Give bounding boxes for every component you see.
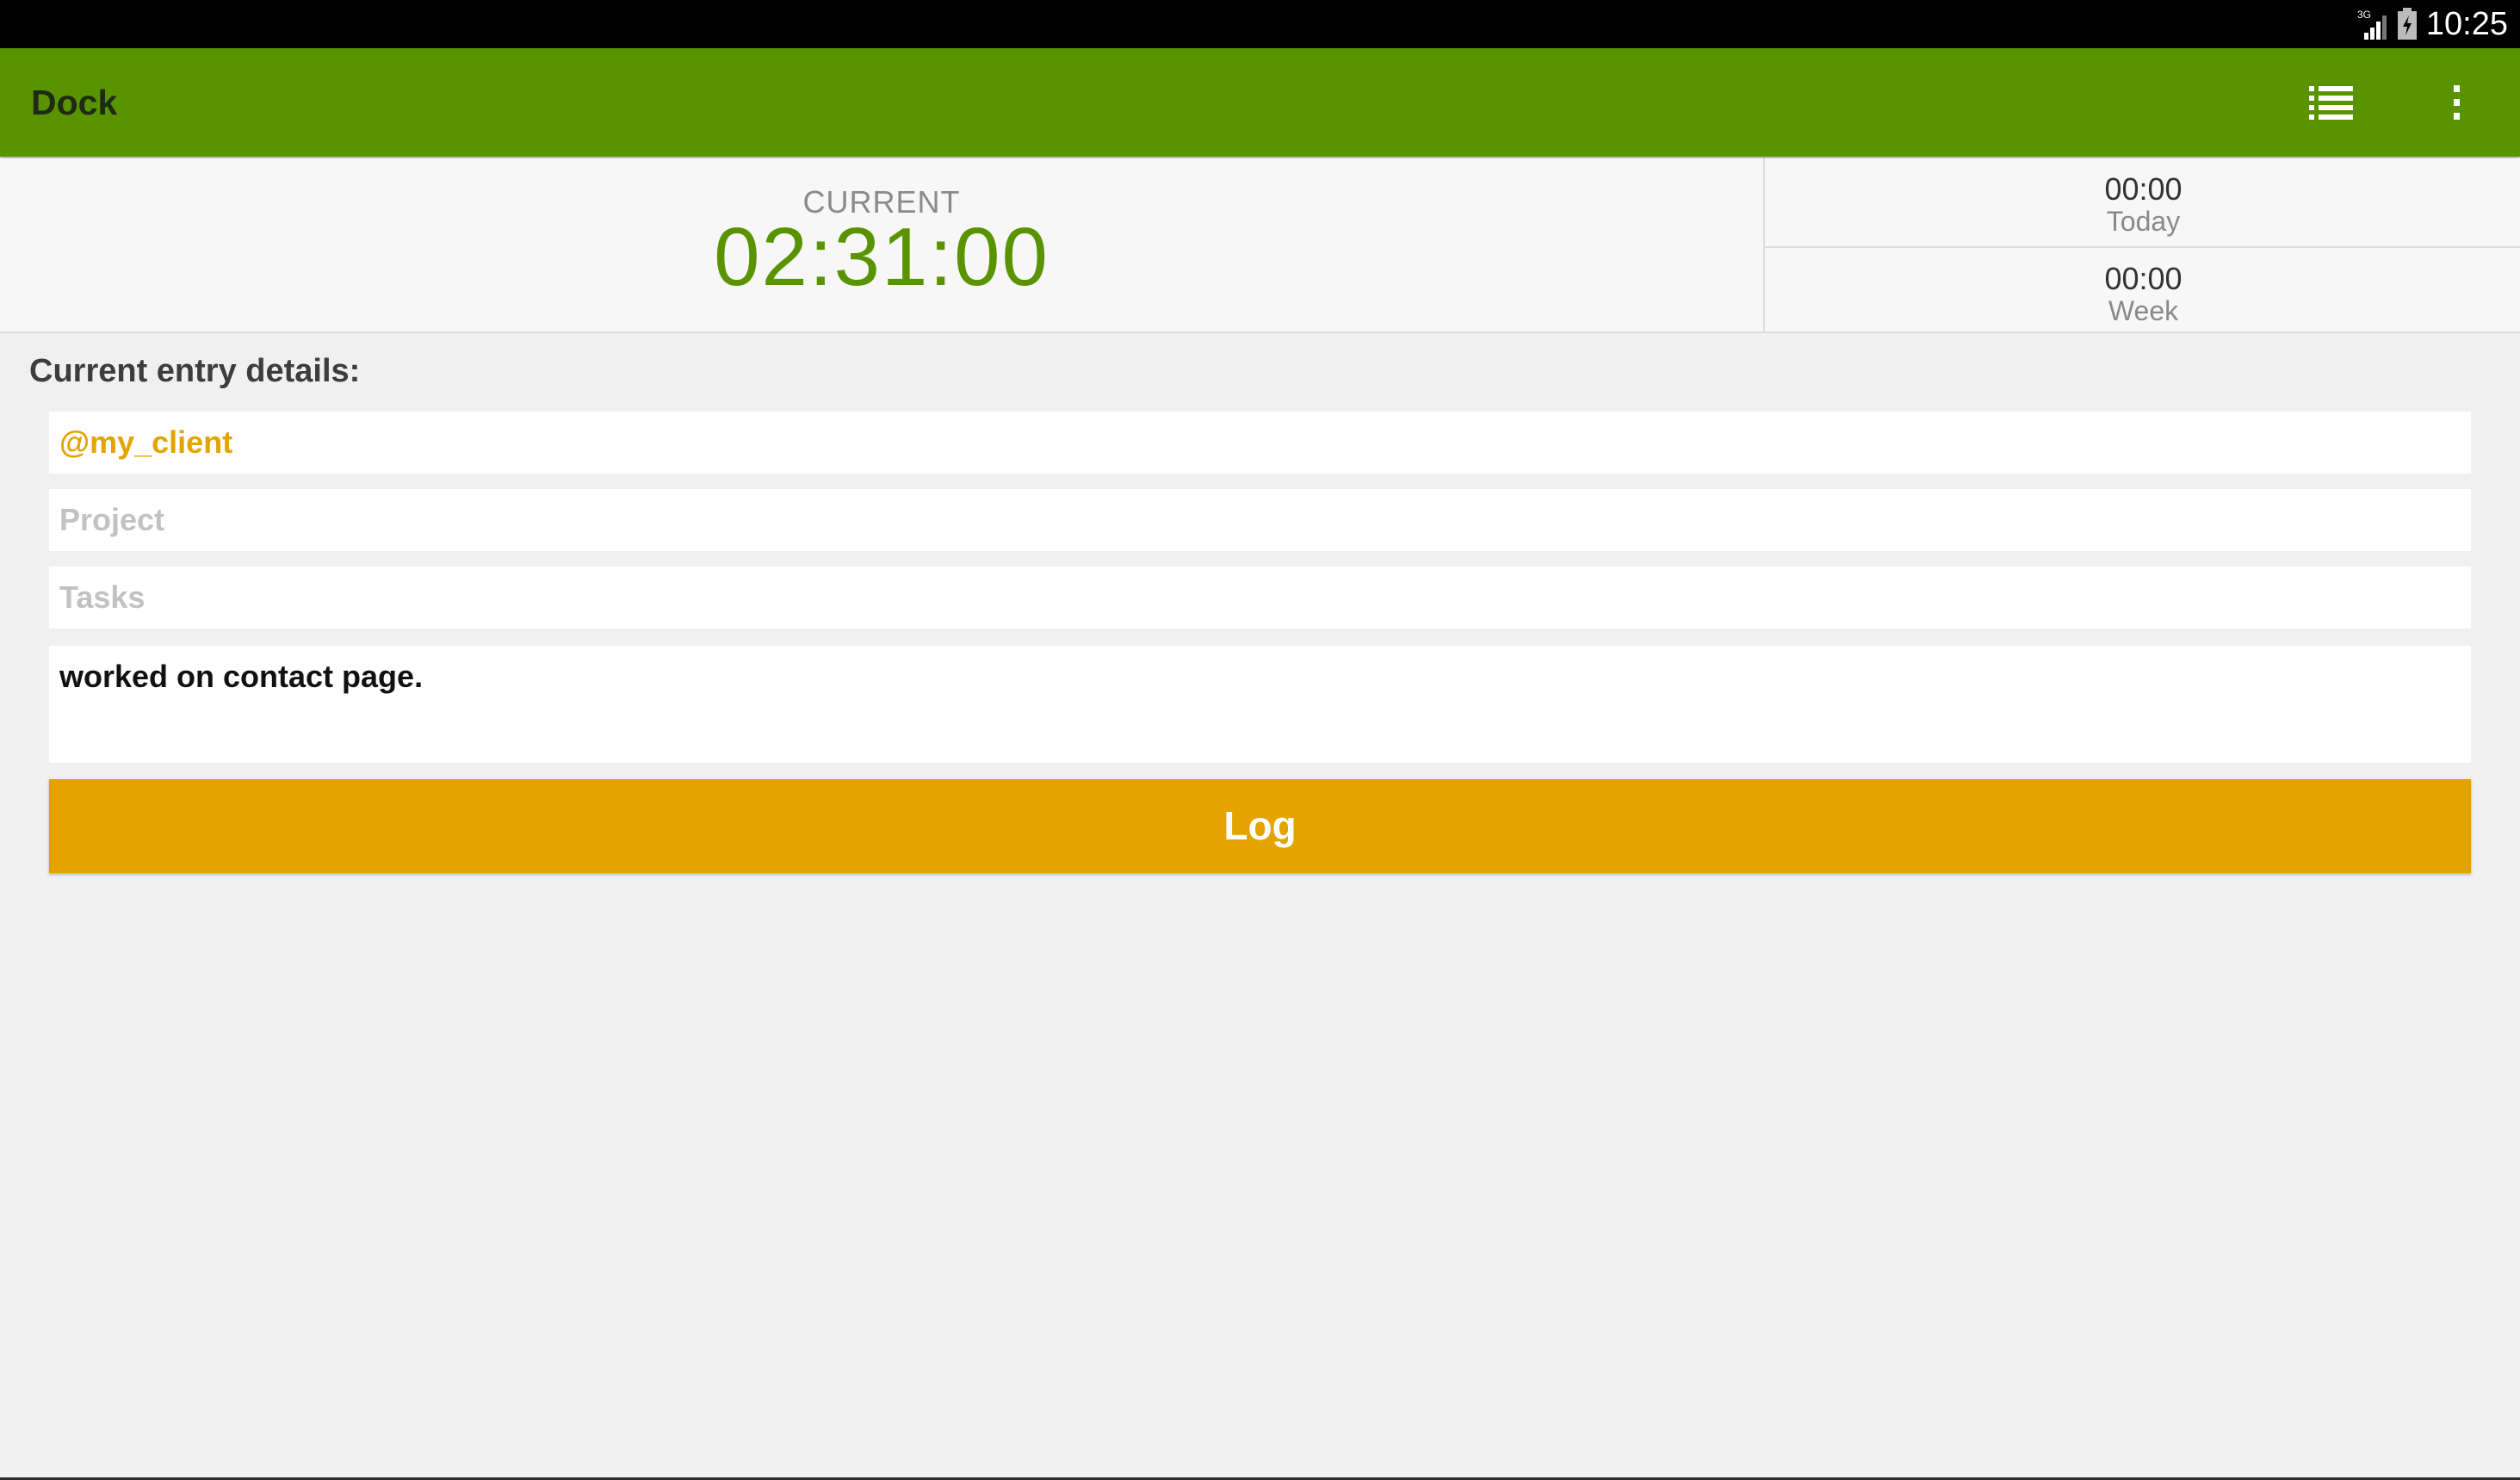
project-field[interactable]: Project <box>49 489 2471 551</box>
overflow-menu-icon <box>2454 85 2460 120</box>
timer-panel: CURRENT 02:31:00 00:00 Today 00:00 Week <box>0 158 2520 333</box>
today-label: Today <box>2106 206 2181 237</box>
details-heading: Current entry details: <box>29 353 361 389</box>
notes-field[interactable]: worked on contact page. <box>49 646 2471 763</box>
week-value: 00:00 <box>2104 261 2183 296</box>
tasks-field[interactable]: Tasks <box>49 567 2471 629</box>
app-bar: Dock <box>0 48 2520 157</box>
network-type-label: 3G <box>2357 9 2371 21</box>
today-total: 00:00 Today <box>1765 158 2520 248</box>
summary-stats: 00:00 Today 00:00 Week <box>1763 158 2520 331</box>
status-icons: 3G 10:25 <box>2356 0 2508 48</box>
overflow-menu-button[interactable] <box>2428 74 2485 131</box>
status-bar: 3G 10:25 <box>0 0 2520 48</box>
current-timer-value: 02:31:00 <box>714 211 1049 303</box>
battery-icon <box>2397 8 2418 40</box>
log-button[interactable]: Log <box>49 779 2471 873</box>
week-total: 00:00 Week <box>1765 248 2520 331</box>
current-timer[interactable]: CURRENT 02:31:00 <box>0 158 1763 331</box>
status-time: 10:25 <box>2425 5 2508 42</box>
week-label: Week <box>2108 295 2179 326</box>
app-title: Dock <box>31 83 118 122</box>
list-icon <box>2309 86 2353 120</box>
list-view-button[interactable] <box>2290 74 2373 131</box>
today-value: 00:00 <box>2104 171 2183 207</box>
signal-icon: 3G <box>2356 7 2388 41</box>
client-field[interactable]: @my_client <box>49 412 2471 474</box>
